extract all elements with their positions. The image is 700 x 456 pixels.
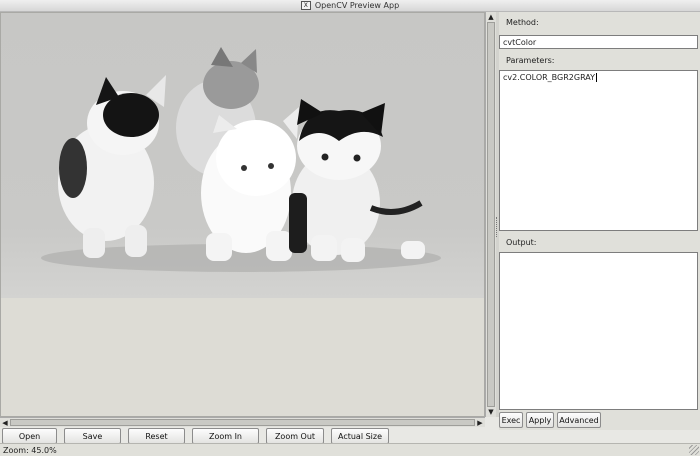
settings-panel: Method: cvtColor Parameters: cv2.COLOR_B… xyxy=(499,12,700,430)
reset-button[interactable]: Reset xyxy=(128,428,185,444)
zoom-in-button[interactable]: Zoom In xyxy=(192,428,259,444)
zoom-out-button[interactable]: Zoom Out xyxy=(266,428,324,444)
resize-grip-icon[interactable] xyxy=(689,445,699,455)
parameters-label: Parameters: xyxy=(506,56,555,65)
window-titlebar[interactable]: X OpenCV Preview App xyxy=(0,0,700,12)
text-caret xyxy=(596,73,598,82)
method-value: cvtColor xyxy=(503,38,537,47)
open-button[interactable]: Open xyxy=(2,428,57,444)
scroll-left-arrow-icon[interactable]: ◀ xyxy=(0,418,10,427)
x11-app-icon: X xyxy=(300,1,311,10)
side-button-row: Exec Apply Advanced xyxy=(499,412,601,428)
window-title: OpenCV Preview App xyxy=(314,1,400,10)
zoom-status-text: Zoom: 45.0% xyxy=(3,446,57,455)
output-label: Output: xyxy=(506,238,537,247)
exec-button[interactable]: Exec xyxy=(499,412,523,428)
status-bar: Zoom: 45.0% xyxy=(0,443,700,456)
output-textarea[interactable] xyxy=(499,252,698,410)
apply-button[interactable]: Apply xyxy=(526,412,554,428)
actual-size-button[interactable]: Actual Size xyxy=(331,428,389,444)
method-label: Method: xyxy=(506,18,539,27)
bottom-toolbar: Open Save Reset Zoom In Zoom Out Actual … xyxy=(2,428,389,444)
grayscale-kittens-photo xyxy=(1,13,484,298)
horizontal-scrollbar[interactable]: ◀ ▶ xyxy=(0,417,485,427)
parameters-value: cv2.COLOR_BGR2GRAY xyxy=(503,73,596,82)
method-input[interactable]: cvtColor xyxy=(499,35,698,49)
advanced-button[interactable]: Advanced xyxy=(557,412,601,428)
scroll-down-arrow-icon[interactable]: ▼ xyxy=(486,407,496,417)
horizontal-scroll-thumb[interactable] xyxy=(10,419,475,426)
save-button[interactable]: Save xyxy=(64,428,121,444)
scroll-up-arrow-icon[interactable]: ▲ xyxy=(486,12,496,22)
vertical-scroll-thumb[interactable] xyxy=(487,22,495,407)
parameters-textarea[interactable]: cv2.COLOR_BGR2GRAY xyxy=(499,70,698,231)
vertical-scrollbar[interactable]: ▲ ▼ xyxy=(485,12,496,417)
image-preview-pane[interactable] xyxy=(0,12,485,417)
scroll-right-arrow-icon[interactable]: ▶ xyxy=(475,418,485,427)
